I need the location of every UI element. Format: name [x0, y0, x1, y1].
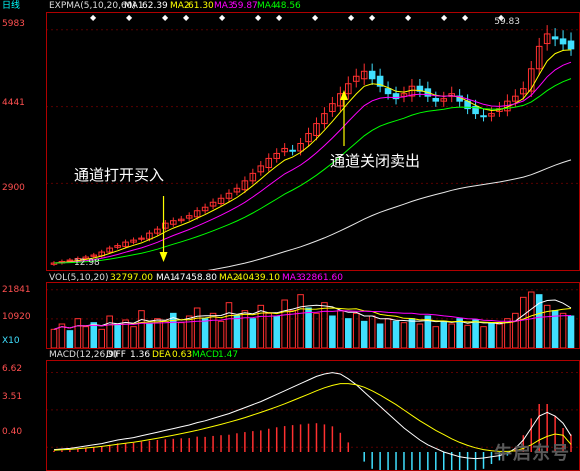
ma2-label: MA2: [170, 1, 190, 11]
ma3-label: MA3: [214, 1, 234, 11]
dea-value: 0.63: [172, 350, 193, 360]
macd-label: MACD: [192, 350, 219, 360]
vol-ma3-label: MA3: [282, 273, 302, 283]
vol-value: 32797.00: [110, 273, 153, 283]
period-label[interactable]: 日线: [2, 1, 20, 12]
vol-unit-label: X10: [2, 336, 20, 346]
y-tick-price-top: 5983: [2, 19, 25, 29]
high-price-label: 59.83: [494, 17, 520, 27]
annotation-open-buy: 通道打开买入: [74, 166, 165, 184]
ma4-value: 48.56: [275, 1, 301, 11]
vol-ma1-value: 47458.80: [174, 273, 217, 283]
price-frame: [46, 12, 580, 271]
diff-value: 1.36: [130, 350, 151, 360]
ma1-label: MA1: [124, 1, 144, 11]
diff-label: DIFF: [106, 350, 126, 360]
watermark-text: 牛启东号: [494, 443, 570, 464]
volume-panel: VOL(5,10,20) 32797.00 MA1 47458.80 MA2 4…: [0, 271, 580, 349]
expma-indicator: EXPMA(5,10,20,60): [49, 1, 136, 11]
volume-frame: [46, 282, 580, 349]
vol-ma1-label: MA1: [156, 273, 176, 283]
price-panel: ◆ ◆ ◆ ◆ ◆ ◆ ◆ ◆ ◆ ◆ ◆ ◆ ◆ ◆ 日线 EXPMA(5,10,20,60) MA1 …: [0, 0, 580, 271]
y-tick-macd-top: 6.62: [2, 364, 23, 374]
y-tick-macd-mid: 3.51: [2, 392, 23, 402]
vol-indicator: VOL(5,10,20): [49, 273, 109, 283]
y-tick-vol-mid: 10920: [2, 312, 31, 322]
y-tick-price-mid: 4441: [2, 98, 25, 108]
ma1-value: 62.39: [142, 1, 168, 11]
vol-ma2-value: 40439.10: [237, 273, 280, 283]
y-tick-price-low: 2900: [2, 183, 25, 193]
low-price-label: 12.98: [74, 258, 100, 268]
annotation-close-sell: 通道关闭卖出: [330, 152, 421, 170]
ma2-value: 61.30: [188, 1, 214, 11]
y-tick-macd-low: 0.40: [2, 427, 23, 437]
y-tick-vol-top: 21841: [2, 285, 31, 295]
macd-value: 1.47: [218, 350, 239, 360]
vol-ma2-label: MA2: [219, 273, 239, 283]
macd-panel: MACD(12,26,9) DIFF 1.36 DEA 0.63 MACD 1.…: [0, 349, 580, 471]
ma4-label: MA4: [257, 1, 277, 11]
dea-label: DEA: [152, 350, 171, 360]
ma3-value: 59.87: [232, 1, 258, 11]
vol-ma3-value: 32861.60: [300, 273, 343, 283]
